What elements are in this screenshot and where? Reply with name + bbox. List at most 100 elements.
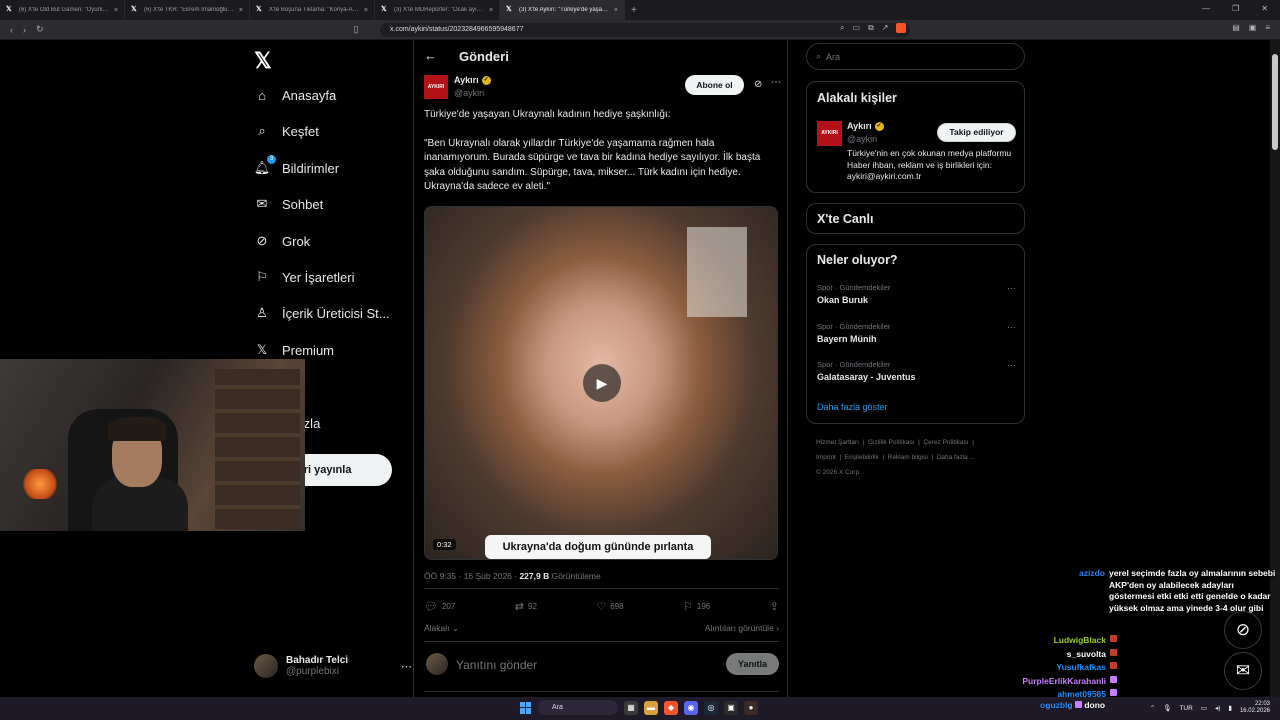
brave-icon[interactable]: ◆ [664, 700, 678, 715]
grok-icon[interactable]: ⊘ [754, 79, 762, 90]
bell-icon: 🔔︎ 3 [254, 155, 276, 176]
browser-tab[interactable]: 𝕏 (6) X'te TKR: "Ekrem İmamoğlu: "Bu × [125, 0, 250, 20]
obs-icon[interactable]: ● [744, 700, 758, 715]
screenshot-icon[interactable]: ⧉ [868, 23, 874, 33]
widgets-icon[interactable]: ▦ [624, 700, 638, 715]
show-more-link[interactable]: Daha fazla göster [817, 402, 888, 412]
bookmark-page-icon[interactable]: ▯ [354, 24, 359, 35]
more-options-icon[interactable]: ⋯ [401, 660, 412, 673]
account-switcher[interactable]: Bahadır Telci @purplebixi ⋯ [254, 654, 412, 678]
trend-item[interactable]: Spor · Gündemdekiler Bayern Münih ⋯ [817, 322, 1016, 344]
taskbar-search[interactable]: Ara [538, 700, 618, 715]
messages-fab-button[interactable]: ✉ [1224, 652, 1262, 690]
chevron-up-icon[interactable]: ⌃ [1150, 704, 1155, 712]
chat-message: s_suvolta [1000, 649, 1117, 661]
app-icon[interactable]: ▣ [724, 700, 738, 715]
more-options-icon[interactable]: ⋯ [1007, 322, 1016, 333]
view-quotes-link[interactable]: Alıntıları görüntüle › [705, 623, 779, 633]
wallet-icon[interactable]: ▣ [1249, 23, 1257, 32]
related-people-box: Alakalı kişiler AYKIRI Aykırı ✓ @aykiri T… [806, 81, 1025, 193]
file-explorer-icon[interactable]: ▬ [644, 700, 658, 715]
subscribe-button[interactable]: Abone ol [685, 75, 744, 95]
scrollbar-thumb[interactable] [1272, 54, 1278, 150]
repost-action[interactable]: ⇄ 92 [515, 600, 537, 613]
nav-messages[interactable]: ✉ Sohbet [254, 196, 324, 212]
close-icon[interactable]: × [489, 7, 493, 14]
nav-explore[interactable]: ⌕ Keşfet [254, 123, 319, 139]
forward-icon[interactable]: › [23, 25, 26, 35]
language-indicator[interactable]: TUR [1179, 705, 1192, 712]
windows-start-icon[interactable] [520, 701, 532, 714]
share-icon[interactable]: ↗ [882, 23, 889, 33]
back-icon[interactable]: ‹ [10, 25, 13, 35]
footer-link[interactable]: Gizlilik Politikası [868, 439, 915, 446]
close-icon[interactable]: × [114, 7, 118, 14]
reply-input[interactable]: Yanıtını gönder [456, 658, 537, 672]
share-action[interactable]: ⇪ [770, 600, 779, 613]
like-action[interactable]: ♡ 698 [596, 600, 623, 613]
browser-tab-active[interactable]: 𝕏 (3) X'te Aykırı: "Türkiye'de yaşayan × [500, 0, 625, 20]
restore-icon[interactable]: ❐ [1232, 4, 1239, 13]
more-options-icon[interactable]: ⋯ [1007, 360, 1016, 371]
footer-link[interactable]: Imprint [816, 454, 836, 461]
related-name[interactable]: Aykırı ✓ [847, 121, 884, 131]
related-dropdown[interactable]: Alakalı ⌄ [424, 623, 459, 633]
nav-creator-studio[interactable]: ♙ İçerik Üreticisi St... [254, 305, 389, 321]
clock[interactable]: 22:03 16.02.2026 [1240, 701, 1270, 715]
reply-button[interactable]: Yanıtla [726, 653, 779, 675]
browser-tab[interactable]: 𝕏(6) X'te Old But Gamen: "Oyunlar yine× [0, 0, 125, 20]
browser-tab[interactable]: 𝕏(3) X'te MDReporter: "Ocak ayında ka× [375, 0, 500, 20]
battery-icon[interactable]: ▮ [1228, 704, 1232, 712]
sidebar-icon[interactable]: ▤ [1232, 23, 1240, 32]
discord-icon[interactable]: ◉ [684, 700, 698, 715]
browser-tab[interactable]: 𝕏 X'te Boşuna Tıklama: "Konya-Antalya × [250, 0, 375, 20]
nav-premium[interactable]: 𝕏 Premium [254, 342, 334, 358]
nav-grok[interactable]: ⊘ Grok [254, 233, 311, 249]
trends-box: Neler oluyor? Spor · Gündemdekiler Okan … [806, 244, 1025, 424]
grok-fab-button[interactable]: ⊘ [1224, 611, 1262, 649]
search-input[interactable]: ⌕ Ara [806, 43, 1025, 70]
author-handle[interactable]: @aykiri [454, 88, 484, 98]
x-logo-icon[interactable]: 𝕏 [254, 48, 272, 74]
author-avatar[interactable]: AYKIRI [817, 121, 842, 146]
brave-shield-icon[interactable] [896, 23, 907, 33]
play-icon[interactable]: ▶ [583, 364, 621, 402]
trend-item[interactable]: Spor · Gündemdekiler Okan Buruk ⋯ [817, 283, 1016, 305]
search-icon: ⌕ [816, 51, 822, 61]
bookmark-action[interactable]: ⚐ 196 [683, 600, 710, 613]
author-name[interactable]: Aykırı ✓ [454, 75, 491, 85]
following-button[interactable]: Takip ediliyor [937, 123, 1016, 142]
nav-home[interactable]: ⌂ Anasayfa [254, 87, 336, 103]
footer-link[interactable]: Erişilebilirlik [845, 454, 879, 461]
video-player[interactable]: ▶ 0:32 Ukrayna'da doğum gününde pırlanta [424, 206, 778, 560]
menu-icon[interactable]: ≡ [1265, 23, 1270, 32]
footer-link[interactable]: Çerez Politikası [923, 439, 968, 446]
more-options-icon[interactable]: ⋯ [771, 77, 781, 88]
author-avatar[interactable]: AYKIRI [424, 75, 448, 99]
footer-link[interactable]: Hizmet Şartları [816, 439, 859, 446]
cast-icon[interactable]: ▭ [852, 23, 860, 33]
close-window-icon[interactable]: ✕ [1261, 4, 1268, 13]
volume-icon[interactable]: ◂) [1215, 704, 1220, 712]
network-icon[interactable]: ▭ [1201, 704, 1207, 712]
user-name: Bahadır Telci [286, 655, 349, 666]
steam-icon[interactable]: ◎ [704, 700, 718, 715]
microphone-icon[interactable]: 🎙︎ [1163, 704, 1171, 712]
more-options-icon[interactable]: ⋯ [1007, 283, 1016, 294]
footer-link[interactable]: Daha fazla ... [937, 454, 975, 461]
close-icon[interactable]: × [614, 7, 618, 14]
url-field[interactable]: x.com/aykiri/status/2023284966595948677 [380, 23, 910, 37]
nav-bookmarks[interactable]: ⚐ Yer İşaretleri [254, 269, 354, 285]
trend-item[interactable]: Spor · Gündemdekiler Galatasaray - Juven… [817, 360, 1016, 382]
x-live-box[interactable]: X'te Canlı [806, 203, 1025, 234]
minimize-icon[interactable]: — [1202, 4, 1210, 13]
back-arrow-icon[interactable]: ← [424, 48, 437, 63]
close-icon[interactable]: × [364, 7, 368, 14]
zoom-icon[interactable]: ⌕ [840, 23, 844, 33]
close-icon[interactable]: × [239, 7, 243, 14]
reload-icon[interactable]: ↻ [36, 24, 44, 35]
nav-notifications[interactable]: 🔔︎ 3 Bildirimler [254, 155, 339, 176]
footer-link[interactable]: Reklam bilgisi [888, 454, 928, 461]
reply-action[interactable]: 💬︎ 207 [424, 600, 455, 613]
new-tab-icon[interactable]: + [631, 5, 637, 16]
